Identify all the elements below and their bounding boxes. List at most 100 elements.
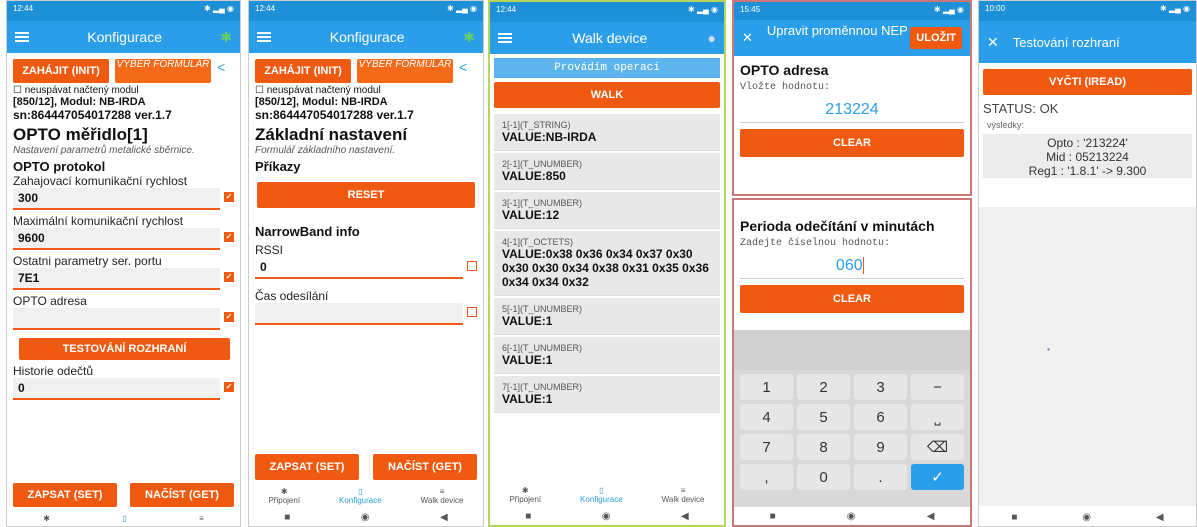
checkbox-icon[interactable]: ✓ [224, 192, 234, 202]
item-key: 5[-1](T_UNUMBER) [502, 304, 583, 314]
checkbox-icon[interactable]: ✓ [224, 382, 234, 392]
send-time-field[interactable] [255, 303, 477, 325]
key-comma[interactable]: , [740, 464, 793, 490]
nav-walk[interactable]: ≡ Walk device [421, 487, 464, 505]
share-icon[interactable]: < [217, 59, 225, 83]
clear-button[interactable]: CLEAR [740, 285, 964, 313]
home-icon[interactable]: ◉ [847, 511, 856, 522]
read-button[interactable]: VYČTI (IREAD) [983, 69, 1192, 95]
key-4[interactable]: 4 [740, 404, 793, 430]
menu-icon[interactable] [498, 33, 512, 43]
key-2[interactable]: 2 [797, 374, 850, 400]
bluetooth-icon: ✱ [220, 28, 232, 45]
set-button[interactable]: ZAPSAT (SET) [255, 454, 359, 480]
share-icon[interactable]: < [459, 59, 467, 83]
home-icon[interactable]: ◉ [361, 512, 370, 523]
init-button[interactable]: ZAHÁJIT (INIT) [13, 59, 109, 83]
recents-icon[interactable]: ■ [1011, 512, 1017, 523]
field-value: 9600 [18, 231, 45, 245]
item-key: 7[-1](T_UNUMBER) [502, 382, 583, 392]
section-title: Základní nastavení [255, 125, 408, 144]
connect-icon[interactable]: ✱ [43, 514, 50, 523]
init-button[interactable]: ZAHÁJIT (INIT) [255, 59, 351, 83]
key-done[interactable]: ✓ [911, 464, 964, 490]
history-field[interactable]: 0 ✓ [13, 378, 234, 400]
test-interface-button[interactable]: TESTOVÁNÍ ROZHRANÍ [19, 338, 230, 360]
list-item: 3[-1](T_UNUMBER) VALUE:12 [494, 192, 720, 229]
select-form-button[interactable]: VYBER FORMULÁŘ [357, 59, 453, 83]
key-8[interactable]: 8 [797, 434, 850, 460]
get-button[interactable]: NAČÍST (GET) [373, 454, 477, 480]
system-nav: ■ ◉ ◀ [979, 508, 1196, 526]
bottom-nav: ✱ ▯ ≡ [7, 511, 240, 526]
item-value: VALUE:12 [502, 208, 560, 222]
keep-awake-checkbox[interactable]: ☐ neuspávat načtený modul [13, 85, 234, 96]
back-icon[interactable]: ◀ [681, 511, 689, 522]
result-line: Mid : 05213224 [1046, 150, 1129, 164]
recents-icon[interactable]: ■ [770, 511, 776, 522]
rssi-field[interactable]: 0 [255, 257, 477, 279]
close-icon[interactable]: ✕ [742, 30, 753, 46]
item-value: VALUE:1 [502, 392, 553, 406]
status-bar: 12:44 ✱ ▂▄ ◉ [7, 1, 240, 21]
app-title: Walk device [572, 30, 648, 46]
nav-connect[interactable]: ✱ Připojení [509, 486, 541, 504]
recents-icon[interactable]: ■ [284, 512, 290, 523]
nav-connect[interactable]: ✱ Připojení [268, 487, 300, 505]
app-bar: Konfigurace ✱ [7, 21, 240, 53]
home-icon[interactable]: ◉ [1082, 512, 1091, 523]
dot-mark: • [1047, 345, 1050, 354]
opto-address-input[interactable]: 213224 [740, 101, 964, 123]
phone-screen-configuration-basic: 12:44 ✱ ▂▄ ◉ Konfigurace ✱ ZAHÁJIT (INIT) … [248, 0, 484, 527]
checkbox-icon[interactable]: ✓ [224, 312, 234, 322]
start-speed-field[interactable]: 300 ✓ [13, 188, 234, 210]
results-box: Opto : '213224' Mid : 05213224 Reg1 : '1… [983, 134, 1192, 178]
period-input[interactable]: 060 [740, 257, 964, 279]
key-backspace[interactable]: ⌫ [911, 434, 964, 460]
select-form-button[interactable]: VYBER FORMULÁŘ [115, 59, 211, 83]
clock: 12:44 [496, 5, 517, 14]
walk-button[interactable]: WALK [494, 82, 720, 108]
key-0[interactable]: 0 [797, 464, 850, 490]
nav-walk[interactable]: ≡ Walk device [662, 486, 705, 504]
reset-button[interactable]: RESET [257, 182, 475, 208]
get-button[interactable]: NAČÍST (GET) [130, 483, 234, 507]
back-icon[interactable]: ◀ [440, 512, 448, 523]
key-6[interactable]: 6 [854, 404, 907, 430]
checkbox-icon[interactable] [467, 261, 477, 271]
save-button[interactable]: ULOŽIT [910, 27, 962, 49]
field-value: 0 [18, 381, 25, 395]
home-icon[interactable]: ◉ [602, 511, 611, 522]
key-space[interactable]: ⎵ [911, 404, 964, 430]
field-value: 0 [260, 260, 267, 274]
status-icons: ✱ ▂▄ ◉ [204, 4, 234, 13]
opto-address-field[interactable]: ✓ [13, 308, 234, 330]
key-3[interactable]: 3 [854, 374, 907, 400]
checkbox-icon[interactable] [467, 307, 477, 317]
set-button[interactable]: ZAPSAT (SET) [13, 483, 117, 507]
key-7[interactable]: 7 [740, 434, 793, 460]
checkbox-icon[interactable]: ✓ [224, 232, 234, 242]
key-5[interactable]: 5 [797, 404, 850, 430]
key-dot[interactable]: . [854, 464, 907, 490]
close-icon[interactable]: ✕ [987, 34, 999, 51]
walk-list: 1[-1](T_STRING) VALUE:NB-IRDA 2[-1](T_UNU… [490, 114, 724, 413]
back-icon[interactable]: ◀ [927, 511, 935, 522]
config-icon[interactable]: ▯ [122, 514, 126, 523]
recents-icon[interactable]: ■ [525, 511, 531, 522]
nav-config[interactable]: ▯ Konfigurace [339, 487, 382, 505]
key-9[interactable]: 9 [854, 434, 907, 460]
menu-icon[interactable] [257, 32, 271, 42]
back-icon[interactable]: ◀ [1156, 512, 1164, 523]
section-subtitle: Formulář základního nastavení. [255, 145, 396, 156]
key-1[interactable]: 1 [740, 374, 793, 400]
max-speed-field[interactable]: 9600 ✓ [13, 228, 234, 250]
menu-icon[interactable] [15, 32, 29, 42]
walk-icon[interactable]: ≡ [199, 514, 204, 523]
serial-params-field[interactable]: 7E1 ✓ [13, 268, 234, 290]
keep-awake-checkbox[interactable]: ☐ neuspávat načtený modul [255, 85, 477, 96]
checkbox-icon[interactable]: ✓ [224, 272, 234, 282]
key-minus[interactable]: − [911, 374, 964, 400]
clear-button[interactable]: CLEAR [740, 129, 964, 157]
nav-config[interactable]: ▯ Konfigurace [580, 486, 623, 504]
